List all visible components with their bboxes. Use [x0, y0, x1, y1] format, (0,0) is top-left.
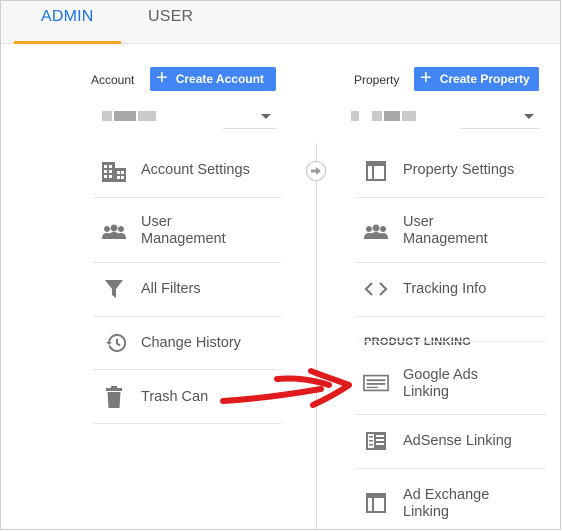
menu-label: Ad Exchange Linking: [403, 487, 490, 520]
filter-icon: [101, 276, 127, 302]
account-column-label: Account: [91, 73, 135, 87]
separator: [356, 197, 546, 198]
menu-label: AdSense Linking: [403, 433, 512, 449]
annotation-arrow: [220, 368, 352, 408]
building-icon: [101, 158, 127, 184]
adsense-icon: [363, 428, 389, 454]
code-icon: [363, 276, 389, 302]
active-tab-indicator: [14, 41, 121, 44]
menu-label: User Management: [141, 214, 226, 247]
create-account-button[interactable]: + Create Account: [150, 67, 276, 91]
menu-change-history[interactable]: Change History: [101, 329, 281, 357]
redacted-text: [351, 111, 359, 121]
menu-tracking-info[interactable]: Tracking Info: [363, 275, 543, 303]
product-linking-heading: PRODUCT LINKING: [364, 336, 472, 348]
trash-icon: [101, 384, 127, 410]
separator: [356, 316, 546, 317]
menu-ad-exchange-linking[interactable]: Ad Exchange Linking: [363, 483, 543, 523]
separator: [93, 262, 281, 263]
separator: [356, 468, 546, 469]
separator: [356, 414, 546, 415]
separator: [356, 341, 546, 342]
separator: [356, 262, 546, 263]
plus-icon: +: [420, 67, 432, 89]
menu-label: User Management: [403, 214, 488, 247]
chevron-down-icon: [261, 114, 271, 119]
select-underline: [461, 128, 539, 129]
separator: [93, 197, 281, 198]
tab-admin[interactable]: ADMIN: [41, 8, 94, 26]
menu-label: Account Settings: [141, 162, 250, 178]
window-icon: [363, 490, 389, 516]
menu-label: Tracking Info: [403, 281, 487, 297]
tab-user[interactable]: USER: [148, 8, 193, 26]
menu-adsense-linking[interactable]: AdSense Linking: [363, 427, 543, 455]
redacted-text: [402, 111, 416, 121]
create-property-label: Create Property: [439, 72, 530, 86]
redacted-text: [102, 111, 112, 121]
admin-panel: ADMIN USER Account + Create Account Prop…: [0, 0, 561, 530]
menu-property-user-management[interactable]: User Management: [363, 211, 543, 251]
redacted-text: [384, 111, 400, 121]
people-icon: [363, 219, 389, 245]
plus-icon: +: [156, 67, 168, 89]
separator: [93, 423, 281, 424]
column-divider: [316, 143, 317, 529]
redacted-text: [372, 111, 382, 121]
ads-icon: [363, 370, 389, 396]
create-account-label: Create Account: [175, 72, 264, 86]
tab-bar: ADMIN USER: [1, 1, 560, 44]
menu-account-settings[interactable]: Account Settings: [101, 156, 281, 186]
menu-label: Change History: [141, 335, 241, 351]
menu-google-ads-linking[interactable]: Google Ads Linking: [363, 363, 543, 403]
redacted-text: [114, 111, 136, 121]
menu-property-settings[interactable]: Property Settings: [363, 156, 543, 186]
menu-label: Trash Can: [141, 389, 209, 405]
property-column-label: Property: [354, 73, 400, 87]
redacted-text: [138, 111, 156, 121]
history-icon: [103, 330, 129, 356]
menu-label: Property Settings: [403, 162, 515, 178]
menu-all-filters[interactable]: All Filters: [101, 275, 281, 303]
create-property-button[interactable]: + Create Property: [414, 67, 539, 91]
separator: [93, 316, 281, 317]
select-underline: [223, 128, 276, 129]
chevron-down-icon: [524, 114, 534, 119]
people-icon: [101, 219, 127, 245]
menu-account-user-management[interactable]: User Management: [101, 211, 281, 251]
window-icon: [363, 158, 389, 184]
menu-label: All Filters: [141, 281, 201, 297]
arrow-right-icon: [306, 161, 326, 181]
menu-label: Google Ads Linking: [403, 367, 478, 400]
